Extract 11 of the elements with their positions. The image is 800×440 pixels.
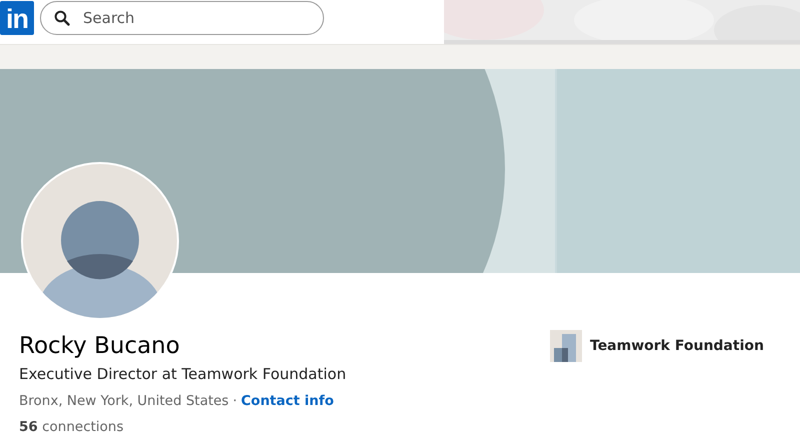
separator: ·: [232, 392, 238, 411]
search-field[interactable]: Search: [40, 1, 324, 35]
connections-count: 56 connections: [19, 418, 125, 437]
search-icon: [54, 10, 70, 26]
company-logo-icon[interactable]: [550, 330, 582, 362]
location: Bronx, New York, United States: [19, 392, 229, 411]
company-name[interactable]: Teamwork Foundation: [590, 338, 764, 354]
contact-info-link[interactable]: Contact info: [241, 391, 334, 411]
logo[interactable]: in: [0, 1, 34, 35]
profile-name: Rocky Bucano: [19, 332, 181, 361]
headline: Executive Director at Teamwork Foundation: [19, 364, 348, 385]
